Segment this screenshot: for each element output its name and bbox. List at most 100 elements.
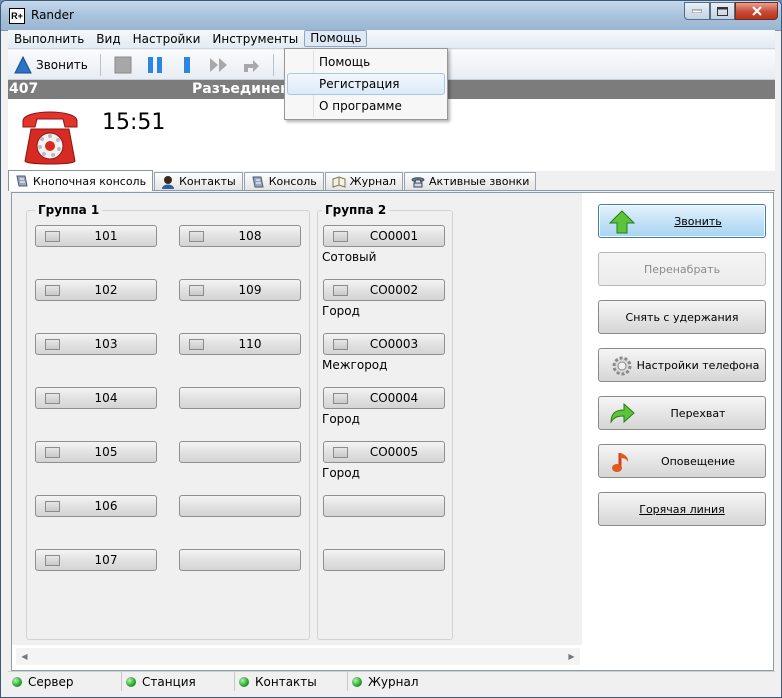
trunk-sublabel: Город	[322, 466, 360, 480]
speed-dial-label: 101	[94, 229, 118, 243]
menu-item-help[interactable]: Помощь	[287, 51, 445, 73]
hotline-button[interactable]: Горячая линия	[598, 492, 766, 526]
redial-button[interactable]: Перенабрать	[598, 252, 766, 286]
toolbar-call-button[interactable]: Звонить	[8, 52, 94, 78]
trunk-sublabel: Сотовый	[322, 250, 377, 264]
speed-dial-button[interactable]: 107	[35, 549, 157, 571]
toolbar-mute-button[interactable]	[177, 55, 197, 75]
menu-help[interactable]: Помощь	[304, 30, 368, 47]
tab-active-calls[interactable]: Активные звонки	[404, 172, 537, 190]
status-journal: Журнал	[348, 672, 461, 691]
trunk-button[interactable]: CO0003	[323, 333, 445, 355]
tab-label: Консоль	[268, 175, 317, 188]
title-bar[interactable]: R+ Rander	[1, 1, 781, 31]
speed-dial-label: 102	[94, 283, 118, 297]
speed-dial-button[interactable]: 109	[179, 279, 301, 301]
button-console-panel: Группа 1 Группа 2 101 102 103 104 105 10…	[11, 192, 774, 671]
contacts-icon	[162, 175, 175, 189]
speed-dial-label: 106	[94, 499, 118, 513]
trunk-label: CO0002	[369, 283, 419, 297]
active-calls-icon	[411, 176, 425, 187]
redial-button-label: Перенабрать	[643, 262, 721, 276]
status-label: Сервер	[28, 674, 74, 689]
intercept-button[interactable]: Перехват	[598, 396, 766, 430]
menu-settings[interactable]: Настройки	[127, 30, 207, 48]
tab-label: Активные звонки	[429, 175, 530, 188]
intercept-label: Перехват	[670, 406, 726, 420]
call-button[interactable]: Звонить	[598, 204, 766, 238]
blue-triangle-icon	[14, 55, 32, 73]
pause-icon	[147, 56, 162, 73]
menu-item-registration[interactable]: Регистрация	[287, 73, 445, 95]
status-bar: Сервер Станция Контакты Журнал	[8, 671, 775, 691]
trunk-button[interactable]: CO0004	[323, 387, 445, 409]
single-bar-icon	[183, 56, 190, 73]
fast-forward-icon	[209, 57, 227, 72]
trunk-sublabel: Город	[322, 412, 360, 426]
trunk-button[interactable]: CO0002	[323, 279, 445, 301]
menu-run[interactable]: Выполнить	[8, 30, 90, 48]
toolbar-hold-button[interactable]	[145, 55, 165, 75]
empty-trunk-button[interactable]	[323, 495, 445, 517]
speed-dial-button[interactable]: 101	[35, 225, 157, 247]
tab-journal[interactable]: Журнал	[324, 172, 404, 190]
toolbar-transfer-button[interactable]	[241, 55, 261, 75]
menu-view[interactable]: Вид	[90, 30, 126, 48]
green-led-icon	[352, 676, 362, 687]
speed-dial-label: 108	[238, 229, 262, 243]
minimize-button[interactable]	[684, 2, 710, 20]
speed-dial-button[interactable]: 108	[179, 225, 301, 247]
stop-icon	[114, 56, 132, 73]
menu-item-about[interactable]: О программе	[287, 95, 445, 117]
toolbar-stop-button[interactable]	[113, 55, 133, 75]
phone-settings-button[interactable]: Настройки телефона	[598, 348, 766, 382]
trunk-button[interactable]: CO0005	[323, 441, 445, 463]
window-title: Rander	[31, 8, 74, 22]
empty-trunk-button[interactable]	[323, 549, 445, 571]
tab-button-console[interactable]: Кнопочная консоль	[8, 170, 154, 191]
tab-contacts[interactable]: Контакты	[154, 172, 243, 190]
speed-dial-label: 109	[238, 283, 262, 297]
toolbar-forward-button[interactable]	[209, 55, 229, 75]
speed-dial-button[interactable]: 102	[35, 279, 157, 301]
tab-label: Кнопочная консоль	[33, 174, 147, 188]
scroll-left-icon[interactable]: ◀	[16, 648, 33, 665]
tab-label: Журнал	[349, 175, 397, 188]
status-station: Станция	[122, 672, 235, 691]
empty-speed-dial-button[interactable]	[179, 441, 301, 463]
phone-settings-label: Настройки телефона	[636, 358, 760, 372]
tab-strip: Кнопочная консоль Контакты Консоль Журна…	[8, 170, 775, 191]
journal-icon	[332, 175, 346, 188]
trunk-label: CO0003	[369, 337, 419, 351]
menu-tools[interactable]: Инструменты	[206, 30, 304, 48]
green-up-arrow-icon	[609, 210, 635, 234]
maximize-button[interactable]	[710, 2, 735, 20]
tab-label: Контакты	[179, 175, 236, 188]
green-led-icon	[126, 676, 136, 687]
group-1-title: Группа 1	[35, 203, 103, 217]
trunk-sublabel: Город	[322, 304, 360, 318]
tab-console[interactable]: Консоль	[243, 172, 324, 190]
speed-dial-button[interactable]: 110	[179, 333, 301, 355]
speed-dial-button[interactable]: 105	[35, 441, 157, 463]
scroll-right-icon[interactable]: ▶	[563, 648, 580, 665]
close-button[interactable]	[735, 2, 778, 20]
unhold-button[interactable]: Снять с удержания	[598, 300, 766, 334]
group-2-title: Группа 2	[322, 203, 390, 217]
empty-speed-dial-button[interactable]	[179, 387, 301, 409]
gear-icon	[609, 354, 635, 378]
empty-speed-dial-button[interactable]	[179, 495, 301, 517]
horizontal-scrollbar[interactable]: ◀ ▶	[16, 648, 580, 665]
minimize-icon	[692, 9, 702, 13]
speed-dial-label: 105	[94, 445, 118, 459]
paging-button[interactable]: Оповещение	[598, 444, 766, 478]
maximize-icon	[717, 6, 728, 16]
status-label: Контакты	[255, 674, 317, 689]
green-led-icon	[239, 676, 249, 687]
speed-dial-button[interactable]: 106	[35, 495, 157, 517]
empty-speed-dial-button[interactable]	[179, 549, 301, 571]
speed-dial-button[interactable]: 103	[35, 333, 157, 355]
speed-dial-button[interactable]: 104	[35, 387, 157, 409]
trunk-button[interactable]: CO0001	[323, 225, 445, 247]
group-1-box: Группа 1	[26, 203, 310, 640]
